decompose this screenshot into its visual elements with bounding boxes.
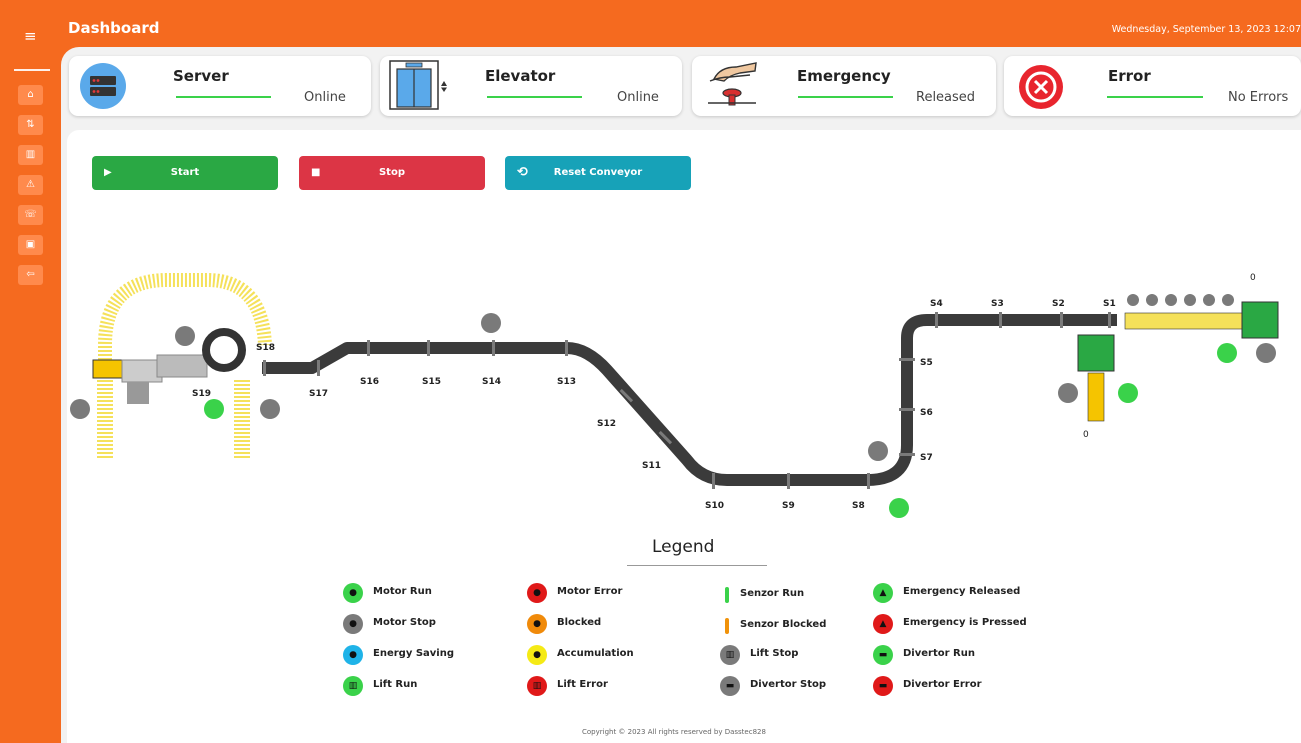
conveyor-panel: ▶ Start ■ Stop ⟲ Reset Conveyor S1 S2 S3… — [67, 130, 1301, 743]
emergency-pressed-icon: ▲ — [873, 614, 893, 634]
divertor-error-icon: ▬ — [873, 676, 893, 696]
machine-block-2 — [156, 354, 208, 378]
lift-run-icon: ▥ — [343, 676, 363, 696]
sensor-s2: S2 — [1052, 299, 1065, 309]
server-label: Server — [173, 67, 229, 85]
sidebar-divider — [14, 69, 50, 71]
accumulation-icon: ● — [527, 645, 547, 665]
sensor-s11: S11 — [642, 461, 661, 471]
sensor-s7: S7 — [920, 453, 933, 463]
lift-stop-icon: ▥ — [720, 645, 740, 665]
server-status-text: Online — [304, 90, 346, 105]
main-belt — [262, 314, 1117, 486]
server-status-bar — [176, 96, 271, 98]
machine-base — [127, 382, 149, 404]
elevator-status-text: Online — [617, 90, 659, 105]
counter-top: 0 — [1250, 273, 1256, 283]
lower-lift — [1077, 334, 1115, 372]
sensor-s9: S9 — [782, 501, 795, 511]
senzor-blocked-icon — [725, 618, 729, 634]
right-roller-conveyor — [1124, 312, 1246, 330]
down-conveyor — [1087, 372, 1105, 422]
sensor-s18: S18 — [256, 343, 275, 353]
emergency-icon — [708, 62, 757, 106]
motor-run-icon: ● — [343, 583, 363, 603]
sensor-s19: S19 — [192, 389, 211, 399]
sensor-s5: S5 — [920, 358, 933, 368]
emergency-label: Emergency — [797, 67, 891, 85]
motor-stop-icon: ● — [343, 614, 363, 634]
emergency-status-bar — [798, 96, 893, 98]
machine-block — [121, 359, 163, 383]
sensor-s14: S14 — [482, 377, 501, 387]
elevator-icon — [389, 60, 447, 110]
turntable — [202, 328, 246, 372]
divertor-stop-icon: ▬ — [720, 676, 740, 696]
menu-icon[interactable]: ≡ — [24, 29, 37, 44]
warning-icon[interactable]: ⚠ — [18, 175, 43, 195]
emergency-status-text: Released — [916, 90, 976, 105]
sensor-s16: S16 — [360, 377, 379, 387]
server-status-card: Server Online — [69, 56, 371, 116]
lift-error-icon: ▥ — [527, 676, 547, 696]
sensor-s10: S10 — [705, 501, 724, 511]
legend-title: Legend — [652, 537, 715, 557]
elevator-status-bar — [487, 96, 582, 98]
home-icon[interactable]: ⌂ — [18, 85, 43, 105]
sensor-s17: S17 — [309, 389, 328, 399]
error-label: Error — [1108, 67, 1151, 85]
emergency-released-icon: ▲ — [873, 583, 893, 603]
motor-error-icon: ● — [527, 583, 547, 603]
energy-saving-icon: ● — [343, 645, 363, 665]
divertor-run-icon: ▬ — [873, 645, 893, 665]
sidebar: ≡ ⌂ ⇅ ▥ ⚠ ☏ ▣ ⇦ — [0, 0, 61, 743]
right-lift — [1241, 301, 1279, 339]
sensor-s1: S1 — [1103, 299, 1116, 309]
server-icon — [80, 63, 126, 109]
copyright: Copyright © 2023 All rights reserved by … — [582, 728, 766, 736]
elevator-label: Elevator — [485, 67, 556, 85]
sensor-s4: S4 — [930, 299, 943, 309]
date-time: Wednesday, September 13, 2023 12:07 — [1111, 24, 1301, 35]
counter-bottom: 0 — [1083, 430, 1089, 440]
error-status-bar — [1107, 96, 1203, 98]
error-status-text: No Errors — [1228, 90, 1289, 105]
senzor-run-icon — [725, 587, 729, 603]
error-status-card: Error No Errors — [1004, 56, 1301, 116]
top-bar: Dashboard Wednesday, September 13, 2023 … — [61, 0, 1301, 47]
blocked-icon: ● — [527, 614, 547, 634]
sensor-s15: S15 — [422, 377, 441, 387]
sensor-s12: S12 — [597, 419, 616, 429]
sensor-s8: S8 — [852, 501, 865, 511]
elevator-status-card: Elevator Online — [380, 56, 682, 116]
emergency-status-card: Emergency Released — [692, 56, 996, 116]
transfer-icon[interactable]: ⇅ — [18, 115, 43, 135]
sensor-s3: S3 — [991, 299, 1004, 309]
save-icon[interactable]: ▣ — [18, 235, 43, 255]
page-title: Dashboard — [68, 19, 160, 37]
phone-icon[interactable]: ☏ — [18, 205, 43, 225]
logout-icon[interactable]: ⇦ — [18, 265, 43, 285]
sensor-s6: S6 — [920, 408, 933, 418]
main-content: Server Online Elevator Online Emergency … — [61, 47, 1301, 743]
sensor-s13: S13 — [557, 377, 576, 387]
error-icon — [1019, 65, 1063, 109]
legend-divider — [627, 565, 767, 566]
conveyor-diagram: S1 S2 S3 S4 S5 S6 S7 S8 S9 S10 S11 S12 S… — [70, 273, 1279, 518]
chart-icon[interactable]: ▥ — [18, 145, 43, 165]
